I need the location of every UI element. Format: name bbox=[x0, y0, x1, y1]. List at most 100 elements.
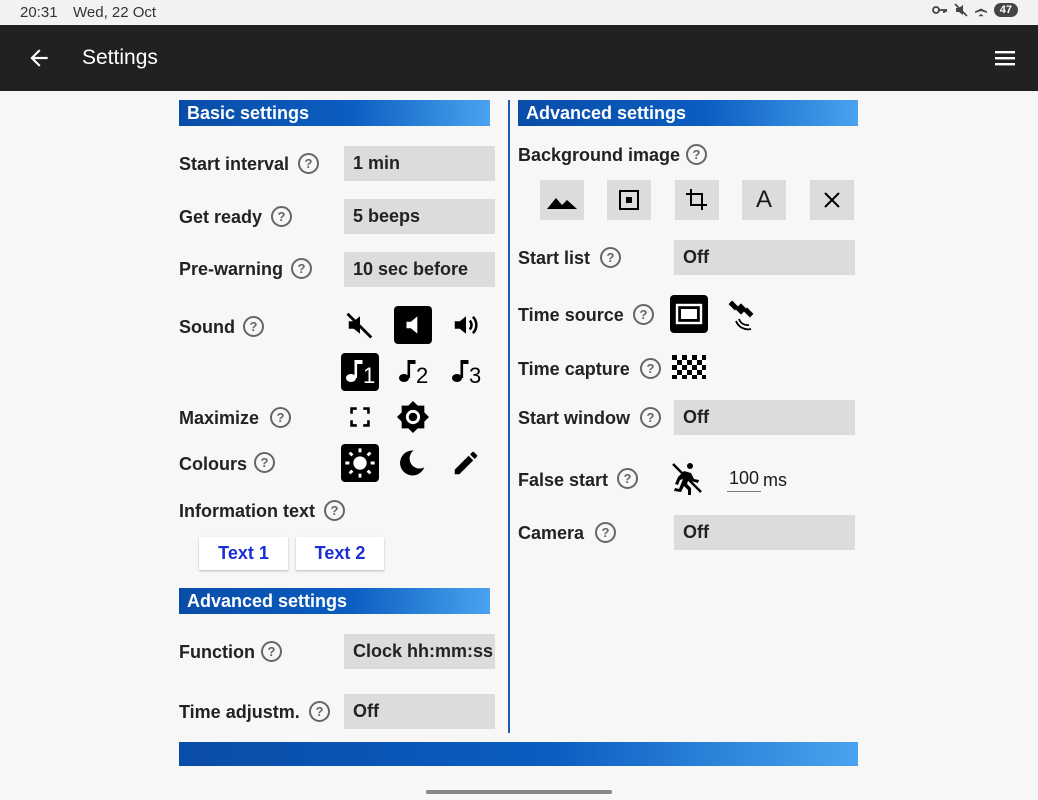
mute-icon bbox=[954, 3, 968, 17]
false-start-help-icon[interactable]: ? bbox=[617, 468, 638, 489]
start-window-field[interactable]: Off bbox=[674, 400, 855, 435]
background-crop-button[interactable] bbox=[675, 180, 719, 220]
sound-high-button[interactable] bbox=[447, 306, 485, 344]
screen-icon bbox=[675, 303, 703, 325]
start-window-help-icon[interactable]: ? bbox=[640, 407, 661, 428]
status-bar: 20:31 Wed, 22 Oct 47 bbox=[0, 0, 1038, 25]
checkered-flag-icon bbox=[672, 355, 706, 379]
information-text-help-icon[interactable]: ? bbox=[324, 500, 345, 521]
tune-2-button[interactable]: 2 bbox=[394, 353, 432, 391]
function-field[interactable]: Clock hh:mm:ss bbox=[344, 634, 495, 669]
status-date: Wed, 22 Oct bbox=[73, 4, 157, 21]
battery-level: 47 bbox=[993, 3, 1018, 17]
tune-3-button[interactable]: 3 bbox=[447, 353, 485, 391]
start-list-label: Start list bbox=[518, 248, 591, 268]
background-text-button[interactable]: A bbox=[742, 180, 786, 220]
tune-2-label: 2 bbox=[416, 363, 429, 388]
sound-help-icon[interactable]: ? bbox=[243, 316, 264, 337]
get-ready-field[interactable]: 5 beeps bbox=[344, 199, 495, 234]
status-time: 20:31 bbox=[20, 4, 58, 21]
information-text-label: Information text bbox=[179, 501, 316, 521]
sound-label: Sound bbox=[179, 317, 235, 337]
start-interval-help-icon[interactable]: ? bbox=[298, 153, 319, 174]
background-landscape-button[interactable] bbox=[540, 180, 584, 220]
advanced-settings-left-header: Advanced settings bbox=[179, 588, 490, 614]
brightness-icon bbox=[396, 400, 430, 434]
crop-icon bbox=[686, 189, 707, 210]
background-image-help-icon[interactable]: ? bbox=[686, 144, 707, 165]
time-source-device-button[interactable] bbox=[670, 295, 708, 333]
false-start-toggle-button[interactable] bbox=[668, 459, 706, 497]
pencil-icon bbox=[454, 451, 478, 475]
status-icons: 47 bbox=[931, 3, 1018, 17]
time-capture-finish-button[interactable] bbox=[670, 348, 708, 386]
time-adjustment-label: Time adjustm. bbox=[179, 702, 300, 722]
function-help-icon[interactable]: ? bbox=[261, 641, 282, 662]
page-title: Settings bbox=[82, 46, 158, 69]
pre-warning-label: Pre-warning bbox=[179, 259, 284, 279]
runner-off-icon bbox=[672, 463, 702, 495]
tune-3-label: 3 bbox=[469, 363, 482, 388]
pre-warning-field[interactable]: 10 sec before bbox=[344, 252, 495, 287]
app-bar: Settings bbox=[0, 25, 1038, 91]
tune-1-button[interactable]: 1 bbox=[341, 353, 379, 391]
time-adjustment-field[interactable]: Off bbox=[344, 694, 495, 729]
maximize-label: Maximize bbox=[179, 408, 260, 428]
tune-1-label: 1 bbox=[363, 363, 376, 388]
start-interval-field[interactable]: 1 min bbox=[344, 146, 495, 181]
navigation-handle[interactable] bbox=[426, 790, 612, 794]
start-list-field[interactable]: Off bbox=[674, 240, 855, 275]
background-clear-button[interactable] bbox=[810, 180, 854, 220]
time-source-gps-button[interactable] bbox=[723, 295, 761, 333]
false-start-unit: ms bbox=[763, 470, 787, 490]
center-focus-icon bbox=[619, 190, 639, 210]
basic-settings-header: Basic settings bbox=[179, 100, 490, 126]
moon-icon bbox=[400, 450, 425, 476]
satellite-icon bbox=[728, 300, 754, 331]
time-source-help-icon[interactable]: ? bbox=[633, 304, 654, 325]
menu-icon[interactable] bbox=[994, 47, 1016, 69]
camera-label: Camera bbox=[518, 523, 585, 543]
time-adjustment-help-icon[interactable]: ? bbox=[309, 701, 330, 722]
volume-off-icon bbox=[346, 312, 373, 339]
close-icon bbox=[824, 192, 840, 208]
bottom-gradient-bar bbox=[179, 742, 858, 766]
get-ready-help-icon[interactable]: ? bbox=[271, 206, 292, 227]
maximize-help-icon[interactable]: ? bbox=[270, 407, 291, 428]
airplane-icon bbox=[974, 3, 987, 17]
colours-label: Colours bbox=[179, 454, 248, 474]
time-capture-label: Time capture bbox=[518, 359, 630, 379]
edit-colours-button[interactable] bbox=[447, 444, 485, 482]
fullscreen-button[interactable] bbox=[341, 398, 379, 436]
start-window-label: Start window bbox=[518, 408, 630, 428]
landscape-icon bbox=[547, 198, 577, 209]
background-center-button[interactable] bbox=[607, 180, 651, 220]
start-list-help-icon[interactable]: ? bbox=[600, 247, 621, 268]
get-ready-label: Get ready bbox=[179, 207, 263, 227]
colours-help-icon[interactable]: ? bbox=[254, 452, 275, 473]
false-start-label: False start bbox=[518, 470, 609, 490]
time-source-label: Time source bbox=[518, 305, 624, 325]
background-image-label: Background image bbox=[518, 145, 681, 165]
column-divider bbox=[508, 100, 510, 733]
key-icon bbox=[931, 6, 947, 14]
advanced-settings-right-header: Advanced settings bbox=[518, 100, 858, 126]
text-1-button[interactable]: Text 1 bbox=[199, 537, 288, 570]
back-arrow-icon[interactable] bbox=[26, 45, 52, 71]
light-theme-button[interactable] bbox=[341, 444, 379, 482]
volume-low-icon bbox=[406, 316, 418, 334]
pre-warning-help-icon[interactable]: ? bbox=[291, 258, 312, 279]
sound-off-button[interactable] bbox=[341, 306, 379, 344]
brightness-button[interactable] bbox=[394, 398, 432, 436]
fullscreen-icon bbox=[350, 407, 370, 427]
dark-theme-button[interactable] bbox=[394, 444, 432, 482]
volume-high-icon bbox=[454, 315, 478, 335]
false-start-input[interactable]: 100 bbox=[727, 468, 762, 492]
text-2-button[interactable]: Text 2 bbox=[296, 537, 384, 570]
start-interval-label: Start interval bbox=[179, 154, 290, 174]
sound-low-button[interactable] bbox=[394, 306, 432, 344]
time-capture-help-icon[interactable]: ? bbox=[640, 358, 661, 379]
sun-icon bbox=[345, 448, 375, 478]
camera-help-icon[interactable]: ? bbox=[595, 522, 616, 543]
camera-field[interactable]: Off bbox=[674, 515, 855, 550]
